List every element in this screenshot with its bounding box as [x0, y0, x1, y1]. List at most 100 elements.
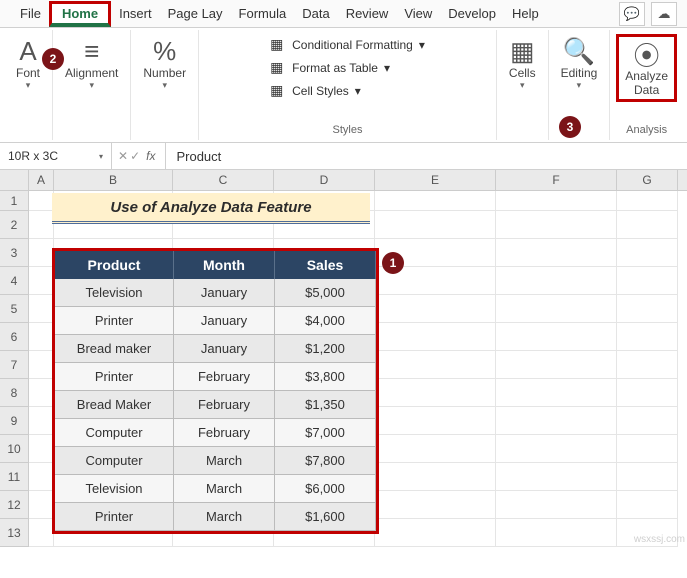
cell[interactable]: [29, 323, 54, 351]
col-header-f[interactable]: F: [496, 170, 617, 190]
analyze-data-button[interactable]: ⦿ Analyze Data: [616, 34, 677, 102]
cell[interactable]: [617, 463, 678, 491]
comments-button[interactable]: 💬: [619, 2, 645, 26]
share-button[interactable]: ☁: [651, 2, 677, 26]
row-header[interactable]: 9: [0, 407, 29, 435]
cell[interactable]: [375, 407, 496, 435]
row-header[interactable]: 13: [0, 519, 29, 547]
row-header[interactable]: 7: [0, 351, 29, 379]
alignment-dropdown[interactable]: ≡ Alignment ▾: [59, 34, 124, 93]
cell[interactable]: [29, 491, 54, 519]
col-header-e[interactable]: E: [375, 170, 496, 190]
row-header[interactable]: 10: [0, 435, 29, 463]
cell[interactable]: [375, 211, 496, 239]
tab-data[interactable]: Data: [294, 2, 337, 25]
cell[interactable]: [496, 267, 617, 295]
cell[interactable]: [496, 435, 617, 463]
row-header[interactable]: 2: [0, 211, 29, 239]
format-as-table-button[interactable]: ▦ Format as Table ▾: [264, 57, 431, 78]
cell[interactable]: [496, 351, 617, 379]
row-header[interactable]: 3: [0, 239, 29, 267]
cell[interactable]: [375, 295, 496, 323]
cell[interactable]: [29, 267, 54, 295]
cell[interactable]: [617, 211, 678, 239]
table-row[interactable]: ComputerFebruary$7,000: [55, 419, 376, 447]
col-header-g[interactable]: G: [617, 170, 678, 190]
row-header[interactable]: 1: [0, 191, 29, 211]
tab-home[interactable]: Home: [49, 1, 111, 27]
cell-styles-button[interactable]: ▦ Cell Styles ▾: [264, 80, 431, 101]
cell[interactable]: [496, 323, 617, 351]
row-header[interactable]: 4: [0, 267, 29, 295]
row-header[interactable]: 5: [0, 295, 29, 323]
cell[interactable]: [29, 191, 54, 211]
tab-formulas[interactable]: Formula: [231, 2, 295, 25]
cell[interactable]: [617, 191, 678, 211]
number-dropdown[interactable]: % Number ▾: [137, 34, 192, 93]
cell[interactable]: [375, 491, 496, 519]
cell[interactable]: [617, 295, 678, 323]
cell[interactable]: [375, 379, 496, 407]
cell[interactable]: [496, 491, 617, 519]
cell[interactable]: [617, 323, 678, 351]
fx-icon[interactable]: fx: [142, 149, 159, 163]
cell[interactable]: [375, 351, 496, 379]
col-header-b[interactable]: B: [54, 170, 173, 190]
row-header[interactable]: 12: [0, 491, 29, 519]
cell[interactable]: [496, 191, 617, 211]
cell[interactable]: [375, 463, 496, 491]
data-table-selection[interactable]: Product Month Sales TelevisionJanuary$5,…: [52, 248, 379, 534]
cell[interactable]: [496, 463, 617, 491]
row-header[interactable]: 11: [0, 463, 29, 491]
cancel-formula-icon[interactable]: ✕: [118, 149, 128, 163]
accept-formula-icon[interactable]: ✓: [130, 149, 140, 163]
cell[interactable]: [375, 435, 496, 463]
table-row[interactable]: Bread makerJanuary$1,200: [55, 335, 376, 363]
table-row[interactable]: Bread MakerFebruary$1,350: [55, 391, 376, 419]
cell[interactable]: [29, 407, 54, 435]
cell[interactable]: [375, 191, 496, 211]
tab-insert[interactable]: Insert: [111, 2, 160, 25]
row-header[interactable]: 6: [0, 323, 29, 351]
cell[interactable]: [29, 519, 54, 547]
cell[interactable]: [617, 351, 678, 379]
tab-pagelayout[interactable]: Page Lay: [160, 2, 231, 25]
table-row[interactable]: PrinterFebruary$3,800: [55, 363, 376, 391]
cell[interactable]: [617, 435, 678, 463]
cell[interactable]: [617, 239, 678, 267]
col-header-c[interactable]: C: [173, 170, 274, 190]
editing-dropdown[interactable]: 🔍 Editing ▾: [555, 34, 604, 93]
cell[interactable]: [617, 491, 678, 519]
cell[interactable]: [29, 379, 54, 407]
table-row[interactable]: PrinterMarch$1,600: [55, 503, 376, 531]
table-row[interactable]: PrinterJanuary$4,000: [55, 307, 376, 335]
tab-help[interactable]: Help: [504, 2, 547, 25]
name-box[interactable]: 10R x 3C ▾: [0, 143, 112, 169]
cell[interactable]: [496, 407, 617, 435]
cell[interactable]: [29, 295, 54, 323]
cell[interactable]: [496, 239, 617, 267]
cells-dropdown[interactable]: ▦ Cells ▾: [503, 34, 542, 93]
cell[interactable]: [617, 407, 678, 435]
tab-developer[interactable]: Develop: [440, 2, 504, 25]
row-header[interactable]: 8: [0, 379, 29, 407]
cell[interactable]: [29, 351, 54, 379]
table-row[interactable]: TelevisionMarch$6,000: [55, 475, 376, 503]
title-cell[interactable]: Use of Analyze Data Feature: [52, 193, 370, 224]
select-all-corner[interactable]: [0, 170, 29, 190]
font-dropdown[interactable]: A Font ▾: [10, 34, 46, 93]
cell[interactable]: [29, 463, 54, 491]
cell[interactable]: [29, 239, 54, 267]
cell[interactable]: [496, 295, 617, 323]
col-header-d[interactable]: D: [274, 170, 375, 190]
table-row[interactable]: ComputerMarch$7,800: [55, 447, 376, 475]
cell[interactable]: [496, 211, 617, 239]
cell[interactable]: [375, 519, 496, 547]
cell[interactable]: [496, 519, 617, 547]
cell[interactable]: [29, 211, 54, 239]
conditional-formatting-button[interactable]: ▦ Conditional Formatting ▾: [264, 34, 431, 55]
cell[interactable]: [617, 379, 678, 407]
cell[interactable]: [617, 267, 678, 295]
formula-input[interactable]: Product: [166, 149, 231, 164]
table-row[interactable]: TelevisionJanuary$5,000: [55, 279, 376, 307]
